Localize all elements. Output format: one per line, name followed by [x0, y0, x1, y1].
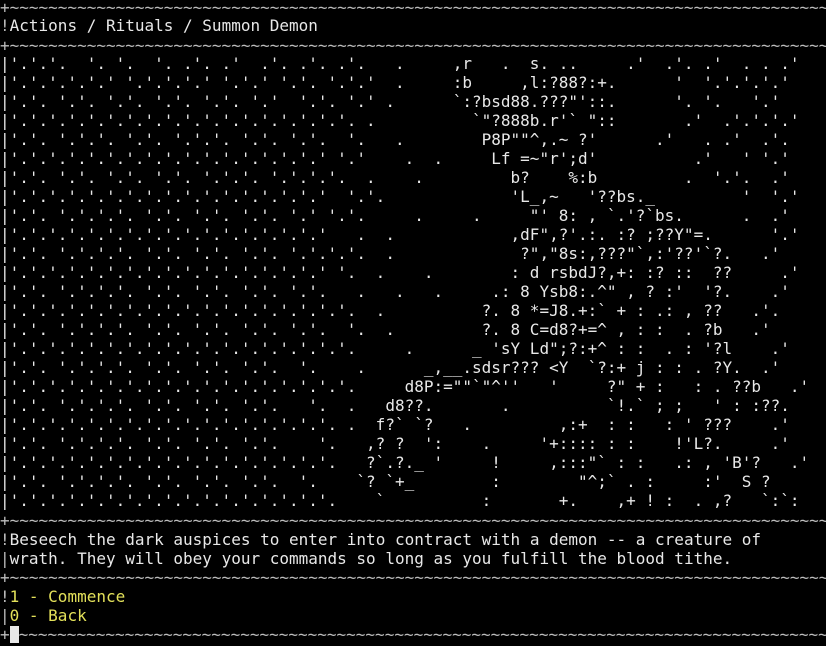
art-line: |'.'. '.'.'.'. '.'. '.'. '.'. '. . _,__.… — [0, 358, 781, 377]
art-line: |'.'.'.'.'.'.'.'.'.'.'.'.'.'.'.'.'.'. . … — [0, 111, 800, 130]
art-line: |'.'. '.'.'.'. '.'. '.'. '.'. '.'. '. . … — [0, 320, 771, 339]
description-separator: +~~~~~~~~~~~~~~~~~~~~~~~~~~~~~~~~~~~~~~~… — [0, 568, 826, 587]
art-line: |'.'. '.'.'.'. '.'. '.'. '.'. '. . d8??.… — [0, 396, 790, 415]
art-line: |'.'. '.'.'. '.'. '.'.'. '.'. '.'. '. . … — [0, 130, 790, 149]
description-line-1: !Beseech the dark auspices to enter into… — [0, 530, 761, 549]
art-line: |'.'.'.'.'.'.'.'.'.'.'.'.'.'.'.'.'.'. . … — [0, 339, 790, 358]
art-line: |'.'.'.'.'.'.'.'.'.'.'.'.'.'.'.'.'. ` : … — [0, 491, 800, 510]
menu-option-label[interactable]: 1 - Commence — [10, 587, 126, 606]
input-line[interactable]: + ~~~~~~~~~~~~~~~~~~~~~~~~~~~~~~~~~~~~~~~… — [0, 625, 826, 644]
menu-option-back[interactable]: |0 - Back — [0, 606, 826, 625]
art-line: |'.'. '.'. '.'. '.'. '.'.'. '.'.'.'. . .… — [0, 168, 790, 187]
art-line: |'.'.'.'.'.'.'.'.'.'.'.'.'.'.'.'.' '.'. … — [0, 187, 800, 206]
description-text: Beseech the dark auspices to enter into … — [9, 530, 761, 549]
title-separator: +~~~~~~~~~~~~~~~~~~~~~~~~~~~~~~~~~~~~~~~… — [0, 36, 826, 55]
breadcrumb: Actions / Rituals / Summon Demon — [9, 16, 318, 35]
art-line: |'.'.'.'.'.'.'.'.'.'.'.'.'.'.'.'.' . . ,… — [0, 225, 800, 244]
art-line: |'.'.'.'.'.'.'.'.'.'.'.'.'.'.'.'.'. ?`.?… — [0, 453, 810, 472]
breadcrumb-row: !Actions / Rituals / Summon Demon — [0, 16, 826, 35]
art-line: |'.'.'. '. '. '. .'. .' .'. .'. .'. . ,r… — [0, 54, 800, 73]
art-line: |'.'. '.'.'.'. '.'. '.'. '.'. '.'.'.'. .… — [0, 244, 781, 263]
menu-option-commence[interactable]: !1 - Commence — [0, 587, 826, 606]
art-line: |'.'. '.'. '.'. '.'. '.'. '.' '.'. '.' .… — [0, 92, 781, 111]
art-line: |'.'.'.'.'.' '.'.'.'.' '.'.' '.'. '.'.' … — [0, 73, 790, 92]
description-text: wrath. They will obey your commands so l… — [9, 549, 733, 568]
art-line: |'.'. '.'.'.'. '.'. '.'. '.'. '.'. . . .… — [0, 282, 790, 301]
art-line: |'.'.'.'.'.'.'.'.'.'.'.'.'.'.'.'.'.'. d8… — [0, 377, 810, 396]
terminal-screen: +~~~~~~~~~~~~~~~~~~~~~~~~~~~~~~~~~~~~~~~… — [0, 0, 826, 646]
art-line: |'.'. '.'.'.'. '.'. '.'. '.'. '. `? `+_ … — [0, 472, 771, 491]
menu-option-label[interactable]: 0 - Back — [10, 606, 87, 625]
art-line: |'.'.'.'.'.'.'.'.'.'.'.'.'.'.'.'.' '.' .… — [0, 149, 790, 168]
art-line: |'.'.'.'.'.'.'.'.'.'.'.'.'.'.'.'.' '. . … — [0, 263, 800, 282]
demon-ascii-art: |'.'.'. '. '. '. .'. .' .'. .'. .'. . ,r… — [0, 54, 809, 510]
description-line-2: |wrath. They will obey your commands so … — [0, 549, 733, 568]
left-border: ! — [0, 16, 10, 35]
art-line: |'.'. '.'.'.'. '.'. '.'. '.'. '.' '.'. .… — [0, 206, 790, 225]
top-border: +~~~~~~~~~~~~~~~~~~~~~~~~~~~~~~~~~~~~~~~… — [0, 0, 826, 17]
art-separator: +~~~~~~~~~~~~~~~~~~~~~~~~~~~~~~~~~~~~~~~… — [0, 511, 826, 530]
art-line: |'.'.'.'.'.'.'.'.'.'.'.'.'.'.'.'.'.'. . … — [0, 301, 781, 320]
text-cursor[interactable] — [9, 626, 19, 643]
art-line: |'.'. '.'.'.'. '.'. '.'. '.'. '. ,? ? ':… — [0, 434, 790, 453]
art-line: |'.'.'.'.'.'.'.'.'.'.'.'.'.'.'.'.'. . f?… — [0, 415, 790, 434]
